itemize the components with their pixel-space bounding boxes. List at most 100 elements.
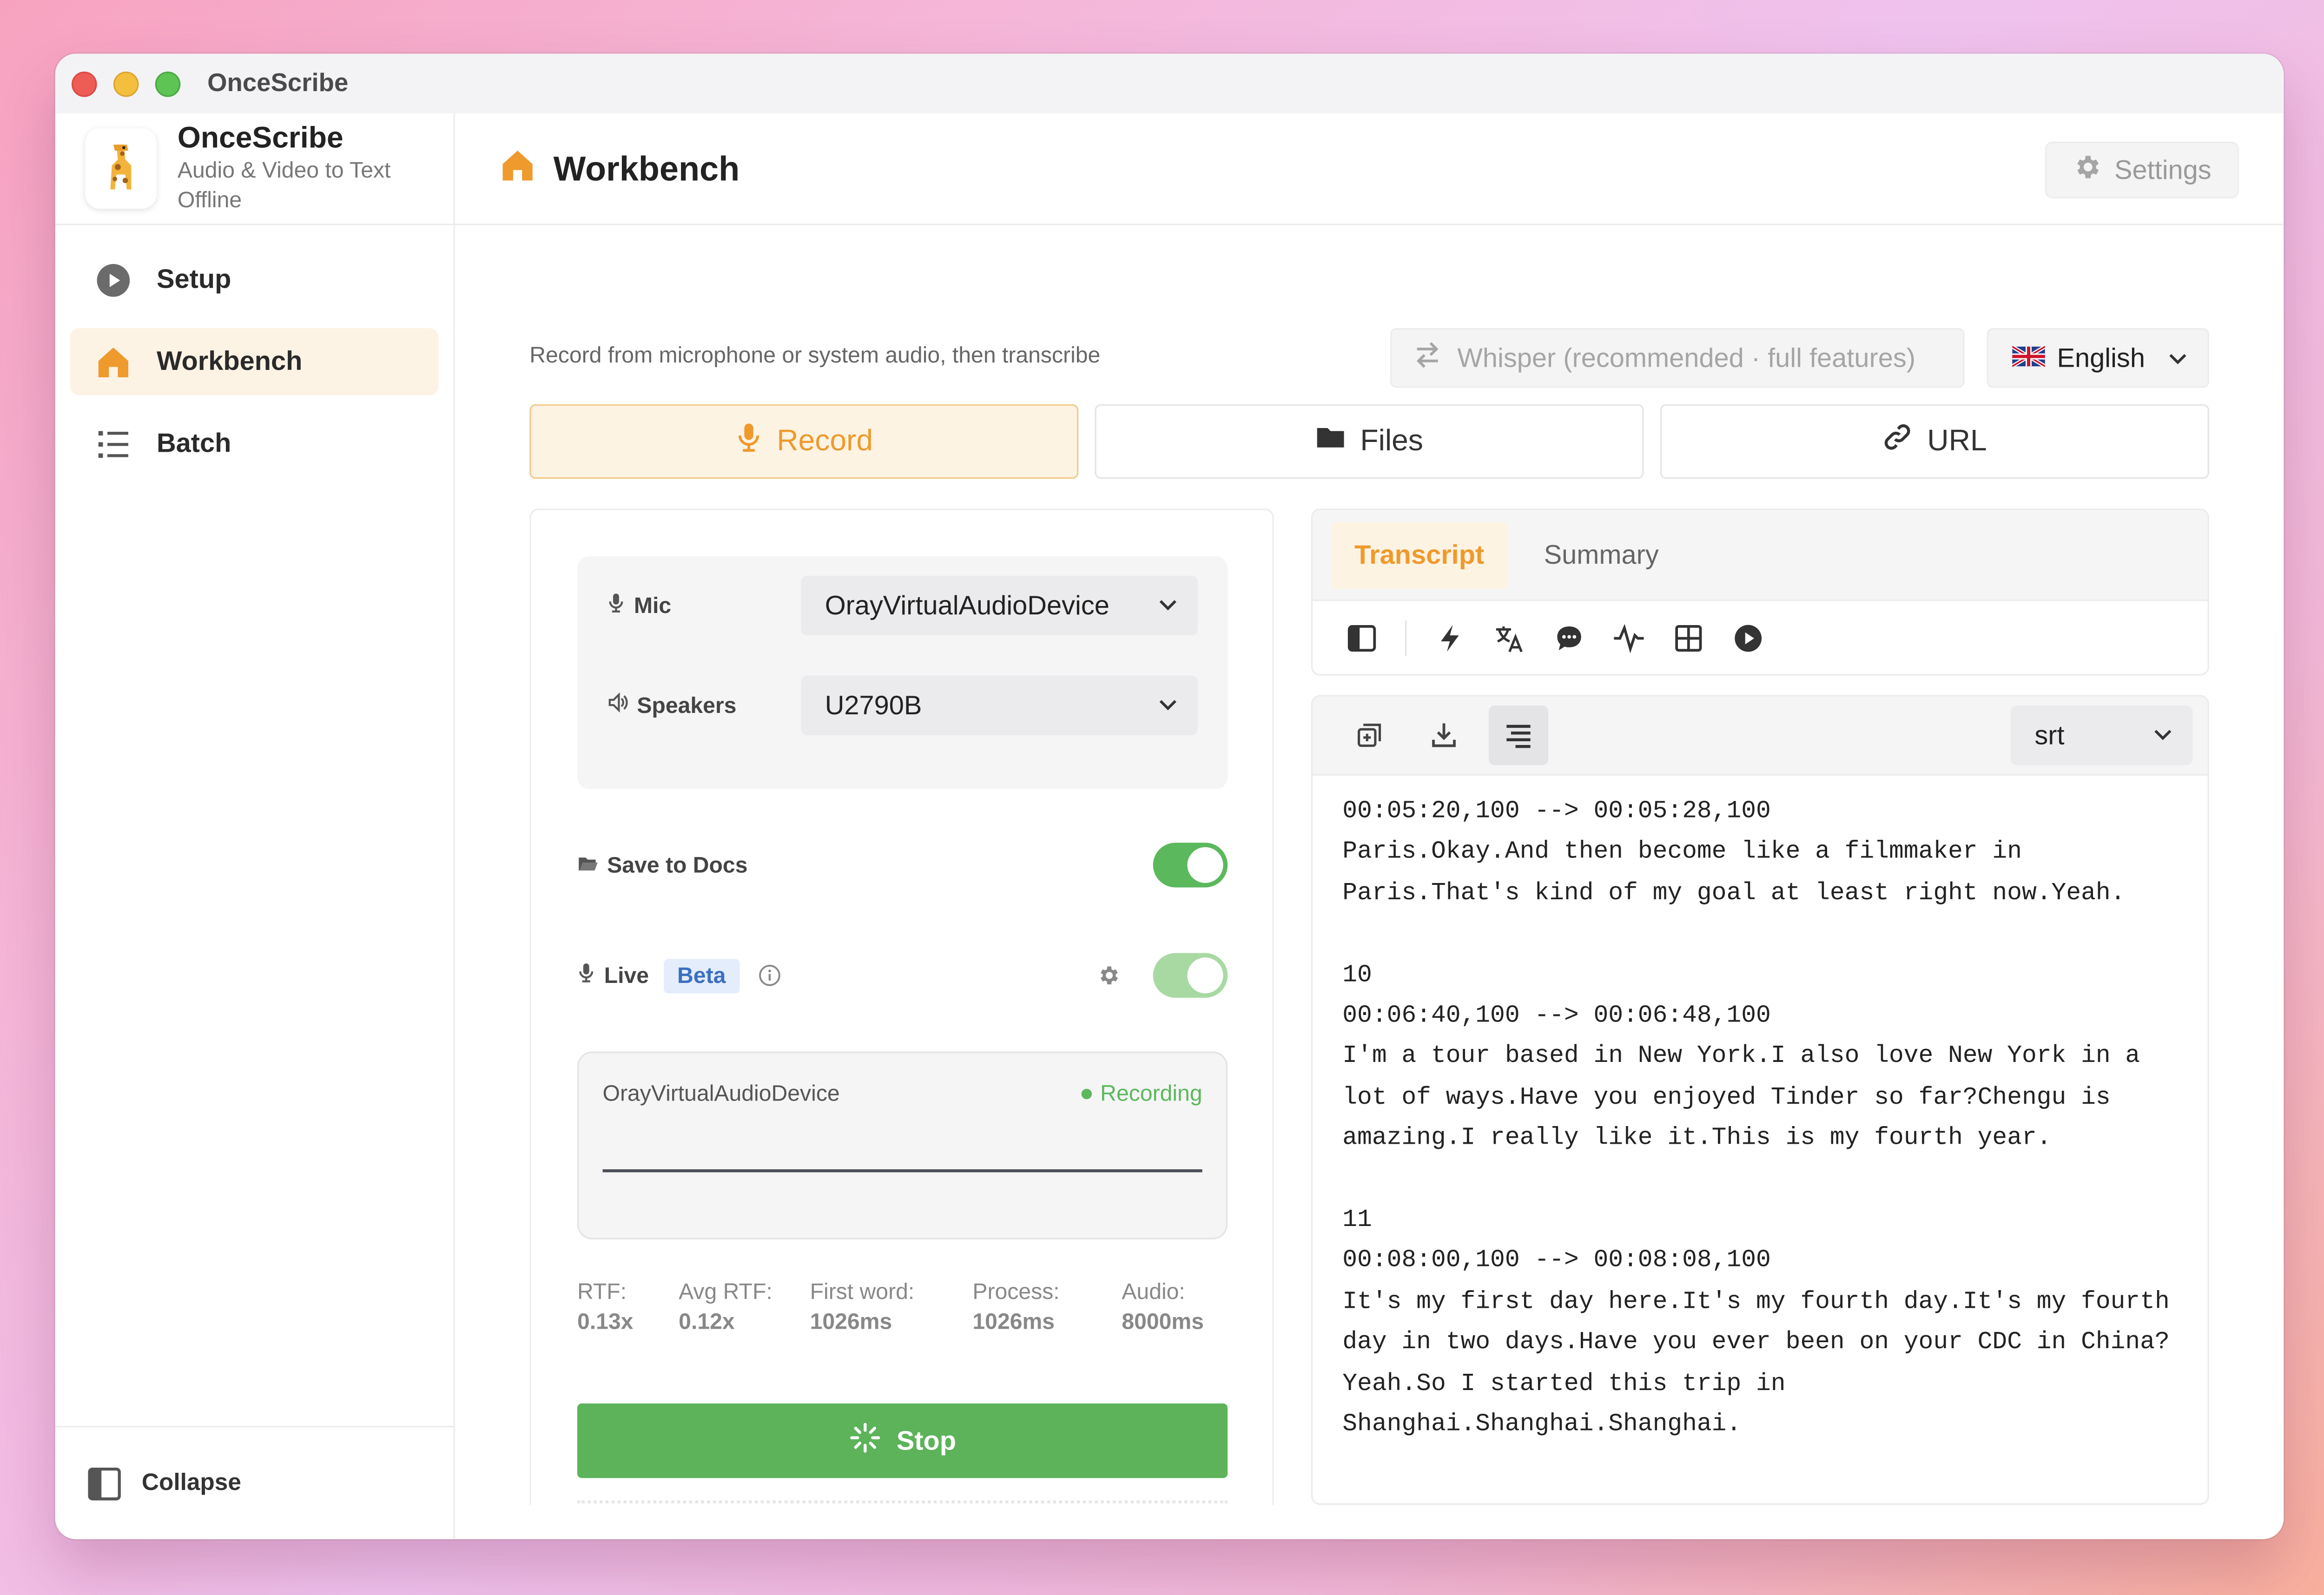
collapse-button[interactable]: Collapse (55, 1425, 454, 1539)
folder-icon (1315, 423, 1345, 459)
grid-icon[interactable] (1672, 622, 1705, 655)
engine-label: Whisper (recommended · full features) (1457, 342, 1915, 372)
output-tabs-box: Transcript Summary (1311, 508, 2209, 676)
wrap-text-icon[interactable] (1488, 705, 1549, 765)
main-content: Workbench Settings Record from microphon… (455, 113, 2284, 1539)
sidebar-item-label: Setup (156, 264, 231, 294)
status-dot-icon (1081, 1088, 1091, 1100)
performance-stats: RTF: 0.13x Avg RTF: 0.12x First word: 1026m… (577, 1278, 1228, 1338)
tab-transcript[interactable]: Transcript (1330, 521, 1508, 589)
play-circle-icon (94, 260, 132, 299)
stop-button[interactable]: Stop (577, 1403, 1228, 1478)
close-window-button[interactable] (72, 71, 97, 96)
uk-flag-icon (2011, 343, 2046, 374)
settings-label: Settings (2114, 154, 2212, 185)
chevron-down-icon (2151, 722, 2175, 753)
microphone-icon (735, 422, 762, 461)
lightning-icon[interactable] (1433, 622, 1466, 655)
folder-open-icon (577, 852, 598, 878)
home-icon (500, 147, 535, 190)
speakers-value: U2790B (825, 690, 922, 720)
mic-value: OrayVirtualAudioDevice (825, 590, 1109, 620)
engine-selector[interactable]: Whisper (recommended · full features) (1390, 328, 1965, 388)
transcript-text[interactable]: 00:05:20,100 --> 00:05:28,100 Paris.Okay… (1313, 776, 2208, 1459)
beta-badge: Beta (664, 958, 739, 993)
speakers-label: Speakers (637, 692, 737, 718)
record-panel: Mic OrayVirtualAudioDevice Speakers U279… (529, 508, 1274, 1505)
speaker-icon (607, 692, 628, 719)
device-settings: Mic OrayVirtualAudioDevice Speakers U279… (577, 556, 1228, 789)
microphone-icon (577, 962, 595, 989)
translate-icon[interactable] (1493, 622, 1526, 655)
language-select[interactable]: English (1987, 328, 2209, 388)
brand-tagline: Audio & Video to Text Offline (177, 157, 391, 213)
live-row: Live Beta (577, 951, 1228, 999)
live-settings-gear-icon[interactable] (1096, 963, 1120, 987)
stat-first-word: First word: 1026ms (810, 1279, 915, 1335)
sidebar-item-batch[interactable]: Batch (70, 410, 439, 477)
live-toggle[interactable] (1153, 953, 1228, 998)
page-description: Record from microphone or system audio, … (529, 343, 1101, 369)
sidebar-nav: Setup Workbench Batch (55, 225, 454, 477)
audio-waveform (602, 1169, 1202, 1173)
tab-label: Files (1360, 424, 1423, 457)
tab-url[interactable]: URL (1660, 404, 2209, 479)
tab-summary[interactable]: Summary (1520, 521, 1683, 588)
save-to-docs-toggle[interactable] (1153, 843, 1228, 888)
speakers-select[interactable]: U2790B (801, 675, 1198, 736)
tab-record[interactable]: Record (529, 404, 1079, 479)
gear-icon (2073, 152, 2102, 189)
title-bar: OnceScribe (55, 53, 2284, 113)
language-label: English (2057, 342, 2145, 372)
output-panel: Transcript Summary srt 00:05:20,100 --> … (1311, 508, 2209, 1505)
chevron-down-icon (1156, 692, 1180, 723)
stop-label: Stop (896, 1425, 957, 1455)
output-toolbar: srt (1313, 696, 2208, 776)
spinner-icon (849, 1421, 882, 1461)
copy-icon[interactable] (1340, 705, 1399, 765)
home-icon (94, 343, 132, 381)
live-label: Live (604, 962, 649, 989)
panel-toggle-icon[interactable] (1346, 622, 1379, 655)
tab-label: Record (777, 424, 873, 457)
sidebar-item-workbench[interactable]: Workbench (70, 328, 439, 395)
maximize-window-button[interactable] (155, 71, 181, 96)
settings-button[interactable]: Settings (2045, 141, 2239, 198)
page-title: Workbench (553, 148, 740, 187)
list-icon (94, 424, 132, 463)
recording-status: Recording (1081, 1081, 1202, 1107)
tab-files[interactable]: Files (1095, 404, 1644, 479)
sidebar: OnceScribe Audio & Video to Text Offline… (55, 113, 455, 1539)
transcript-output: srt 00:05:20,100 --> 00:05:28,100 Paris.… (1311, 695, 2209, 1505)
subheader: Record from microphone or system audio, … (529, 328, 2209, 388)
link-icon (1882, 422, 1912, 461)
chevron-down-icon (2166, 346, 2190, 377)
format-value: srt (2034, 719, 2065, 750)
recording-monitor: OrayVirtualAudioDevice Recording (577, 1051, 1228, 1239)
recording-device-name: OrayVirtualAudioDevice (602, 1081, 840, 1107)
mic-label: Mic (634, 593, 672, 619)
stat-avg-rtf: Avg RTF: 0.12x (679, 1279, 772, 1335)
brand-name: OnceScribe (177, 121, 343, 155)
chat-bubble-icon[interactable] (1553, 622, 1586, 655)
stat-audio: Audio: 8000ms (1122, 1279, 1204, 1335)
toolbar-divider (1405, 620, 1407, 657)
minimize-window-button[interactable] (113, 71, 139, 96)
download-icon[interactable] (1414, 705, 1473, 765)
mode-tabs: Record Files URL (529, 404, 2209, 479)
play-circle-icon[interactable] (1732, 622, 1765, 655)
format-select[interactable]: srt (2011, 705, 2193, 765)
stat-rtf: RTF: 0.13x (577, 1279, 634, 1335)
info-icon[interactable] (757, 963, 781, 987)
tab-label: URL (1927, 424, 1987, 457)
stat-process: Process: 1026ms (972, 1279, 1060, 1335)
chevron-down-icon (1156, 592, 1180, 623)
window-title: OnceScribe (207, 68, 349, 97)
sidebar-item-setup[interactable]: Setup (70, 246, 439, 313)
collapse-label: Collapse (141, 1470, 241, 1496)
mic-select[interactable]: OrayVirtualAudioDevice (801, 575, 1198, 636)
mic-row: Mic OrayVirtualAudioDevice (607, 575, 1198, 636)
divider (577, 1500, 1228, 1506)
waveform-icon[interactable] (1612, 622, 1645, 655)
giraffe-logo-icon (85, 128, 157, 209)
